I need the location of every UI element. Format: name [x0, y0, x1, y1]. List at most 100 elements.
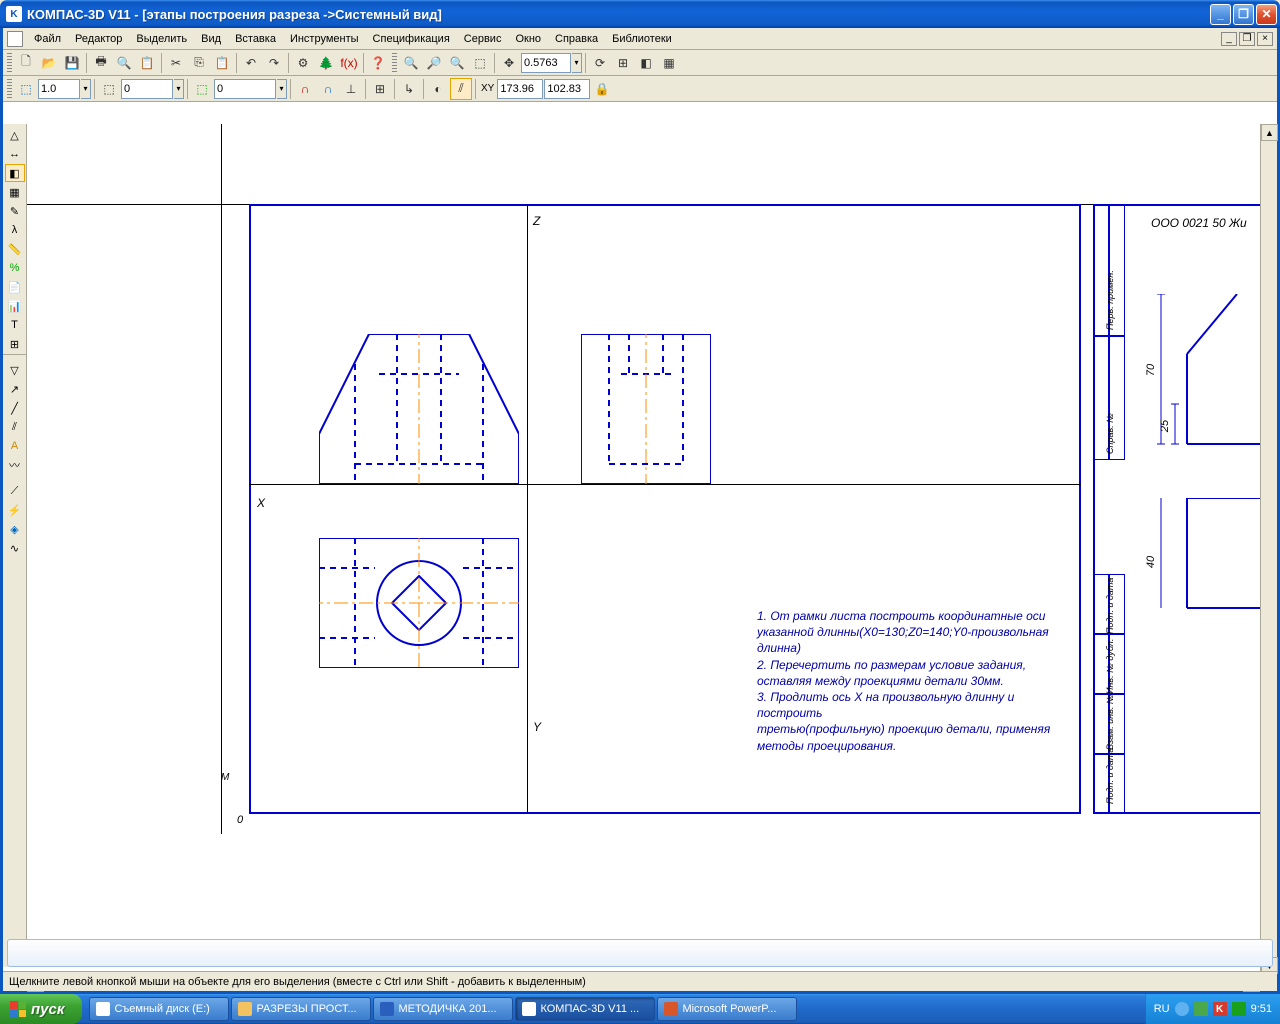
layer-dropdown[interactable]: ▾ — [277, 79, 287, 99]
dimensions-tool[interactable]: ↔ — [5, 145, 25, 163]
lang-indicator[interactable]: RU — [1154, 1003, 1170, 1015]
tray-icon-3[interactable] — [1232, 1002, 1246, 1016]
zoom-out-button[interactable]: 🔍 — [446, 52, 468, 74]
cut-button[interactable]: ✂ — [165, 52, 187, 74]
system-tray[interactable]: RU K 9:51 — [1145, 994, 1280, 1024]
toolbar-grip[interactable] — [7, 53, 12, 73]
help-button[interactable]: ❓ — [367, 52, 389, 74]
menu-view[interactable]: Вид — [194, 31, 228, 47]
save-button[interactable]: 💾 — [61, 52, 83, 74]
task-word[interactable]: МЕТОДИЧКА 201... — [373, 997, 513, 1021]
zoom-window-button[interactable]: 🔍 — [400, 52, 422, 74]
step-icon[interactable]: ⬚ — [15, 78, 37, 100]
param-icon[interactable]: ⫽ — [450, 78, 472, 100]
tray-icon-1[interactable] — [1175, 1002, 1189, 1016]
props-button[interactable]: ⚙ — [292, 52, 314, 74]
tray-icon-k[interactable]: K — [1213, 1002, 1227, 1016]
clock[interactable]: 9:51 — [1251, 1003, 1272, 1015]
scroll-up-button[interactable]: ▲ — [1261, 124, 1278, 141]
step-input[interactable] — [38, 79, 80, 99]
menu-service[interactable]: Сервис — [457, 31, 509, 47]
views-button[interactable]: ⊞ — [612, 52, 634, 74]
vars-button[interactable]: f(x) — [338, 52, 360, 74]
layer-input[interactable] — [214, 79, 276, 99]
text-tool[interactable]: T — [5, 316, 25, 334]
menu-insert[interactable]: Вставка — [228, 31, 283, 47]
line-tool[interactable]: ╱ — [5, 399, 25, 417]
break-tool[interactable]: ⫽ — [5, 418, 25, 436]
vertical-scrollbar[interactable]: ▲ ▼ — [1260, 124, 1277, 974]
geometry-tool[interactable]: △ — [5, 126, 25, 144]
print-button[interactable]: 🖶 — [90, 52, 112, 74]
state-dropdown[interactable]: ▾ — [174, 79, 184, 99]
hatch-tool[interactable]: ▦ — [5, 183, 25, 201]
shade-button[interactable]: ▦ — [658, 52, 680, 74]
grid-icon[interactable]: ⊞ — [369, 78, 391, 100]
drawing-canvas[interactable]: Z X Y М 0 — [27, 124, 1277, 967]
edit-tool[interactable]: ✎ — [5, 202, 25, 220]
menu-window[interactable]: Окно — [508, 31, 548, 47]
paste-button[interactable]: 📋 — [211, 52, 233, 74]
misc-tool-1[interactable]: ⟋ — [5, 482, 25, 500]
coord-x-input[interactable] — [497, 79, 543, 99]
copy-button[interactable]: ⎘ — [188, 52, 210, 74]
measure-tool[interactable]: 📏 — [5, 240, 25, 258]
toolbar-grip[interactable] — [392, 53, 397, 73]
start-button[interactable]: пуск — [0, 994, 82, 1024]
minimize-button[interactable]: _ — [1210, 4, 1231, 25]
mdi-close[interactable]: × — [1257, 32, 1273, 46]
menu-tools[interactable]: Инструменты — [283, 31, 366, 47]
maximize-button[interactable]: ❐ — [1233, 4, 1254, 25]
misc-tool-3[interactable]: ◈ — [5, 520, 25, 538]
refresh-button[interactable]: ⟳ — [589, 52, 611, 74]
spec-tool[interactable]: 📄 — [5, 278, 25, 296]
close-button[interactable]: ✕ — [1256, 4, 1277, 25]
ortho-icon[interactable]: ⊥ — [340, 78, 362, 100]
mdi-minimize[interactable]: _ — [1221, 32, 1237, 46]
zoom-in-button[interactable]: 🔎 — [423, 52, 445, 74]
snap-magnet-off-icon[interactable]: ∩ — [317, 78, 339, 100]
pan-button[interactable]: ✥ — [498, 52, 520, 74]
state-input[interactable] — [121, 79, 173, 99]
document-icon[interactable] — [7, 31, 23, 47]
report-tool[interactable]: 📊 — [5, 297, 25, 315]
snap-magnet-on-icon[interactable]: ∩ — [294, 78, 316, 100]
spec-button[interactable]: 📋 — [136, 52, 158, 74]
wave-tool[interactable]: 〰 — [5, 456, 25, 474]
undo-button[interactable]: ↶ — [240, 52, 262, 74]
open-button[interactable]: 📂 — [38, 52, 60, 74]
zoom-input[interactable] — [521, 53, 571, 73]
cut-tool[interactable]: ▽ — [5, 361, 25, 379]
tree-button[interactable]: 🌲 — [315, 52, 337, 74]
arrow-tool[interactable]: ↗ — [5, 380, 25, 398]
tray-icon-2[interactable] — [1194, 1002, 1208, 1016]
menu-libraries[interactable]: Библиотеки — [605, 31, 679, 47]
select-tool[interactable]: % — [5, 259, 25, 277]
task-folder[interactable]: РАЗРЕЗЫ ПРОСТ... — [231, 997, 371, 1021]
table-tool[interactable]: ⊞ — [5, 335, 25, 353]
menu-spec[interactable]: Спецификация — [366, 31, 457, 47]
preview-button[interactable]: 🔍 — [113, 52, 135, 74]
property-panel[interactable] — [7, 939, 1273, 967]
coord-lock-icon[interactable]: 🔒 — [591, 78, 613, 100]
coord-y-input[interactable] — [544, 79, 590, 99]
toolbar-grip[interactable] — [7, 79, 12, 99]
state-icon[interactable]: ⬚ — [98, 78, 120, 100]
misc-tool-4[interactable]: ∿ — [5, 539, 25, 557]
orient-button[interactable]: ◧ — [635, 52, 657, 74]
round-icon[interactable]: ◐ — [427, 78, 449, 100]
designations-tool[interactable]: ◧ — [5, 164, 25, 182]
misc-tool-2[interactable]: ⚡ — [5, 501, 25, 519]
task-powerpoint[interactable]: Microsoft PowerP... — [657, 997, 797, 1021]
task-removable-disk[interactable]: Съемный диск (E:) — [89, 997, 229, 1021]
params-tool[interactable]: λ — [5, 221, 25, 239]
menu-editor[interactable]: Редактор — [68, 31, 129, 47]
local-sys-icon[interactable]: ↳ — [398, 78, 420, 100]
new-button[interactable]: 🗋 — [15, 52, 37, 74]
zoom-fit-button[interactable]: ⬚ — [469, 52, 491, 74]
layer-icon[interactable]: ⬚ — [191, 78, 213, 100]
menu-help[interactable]: Справка — [548, 31, 605, 47]
redo-button[interactable]: ↷ — [263, 52, 285, 74]
step-dropdown[interactable]: ▾ — [81, 79, 91, 99]
menu-select[interactable]: Выделить — [129, 31, 194, 47]
